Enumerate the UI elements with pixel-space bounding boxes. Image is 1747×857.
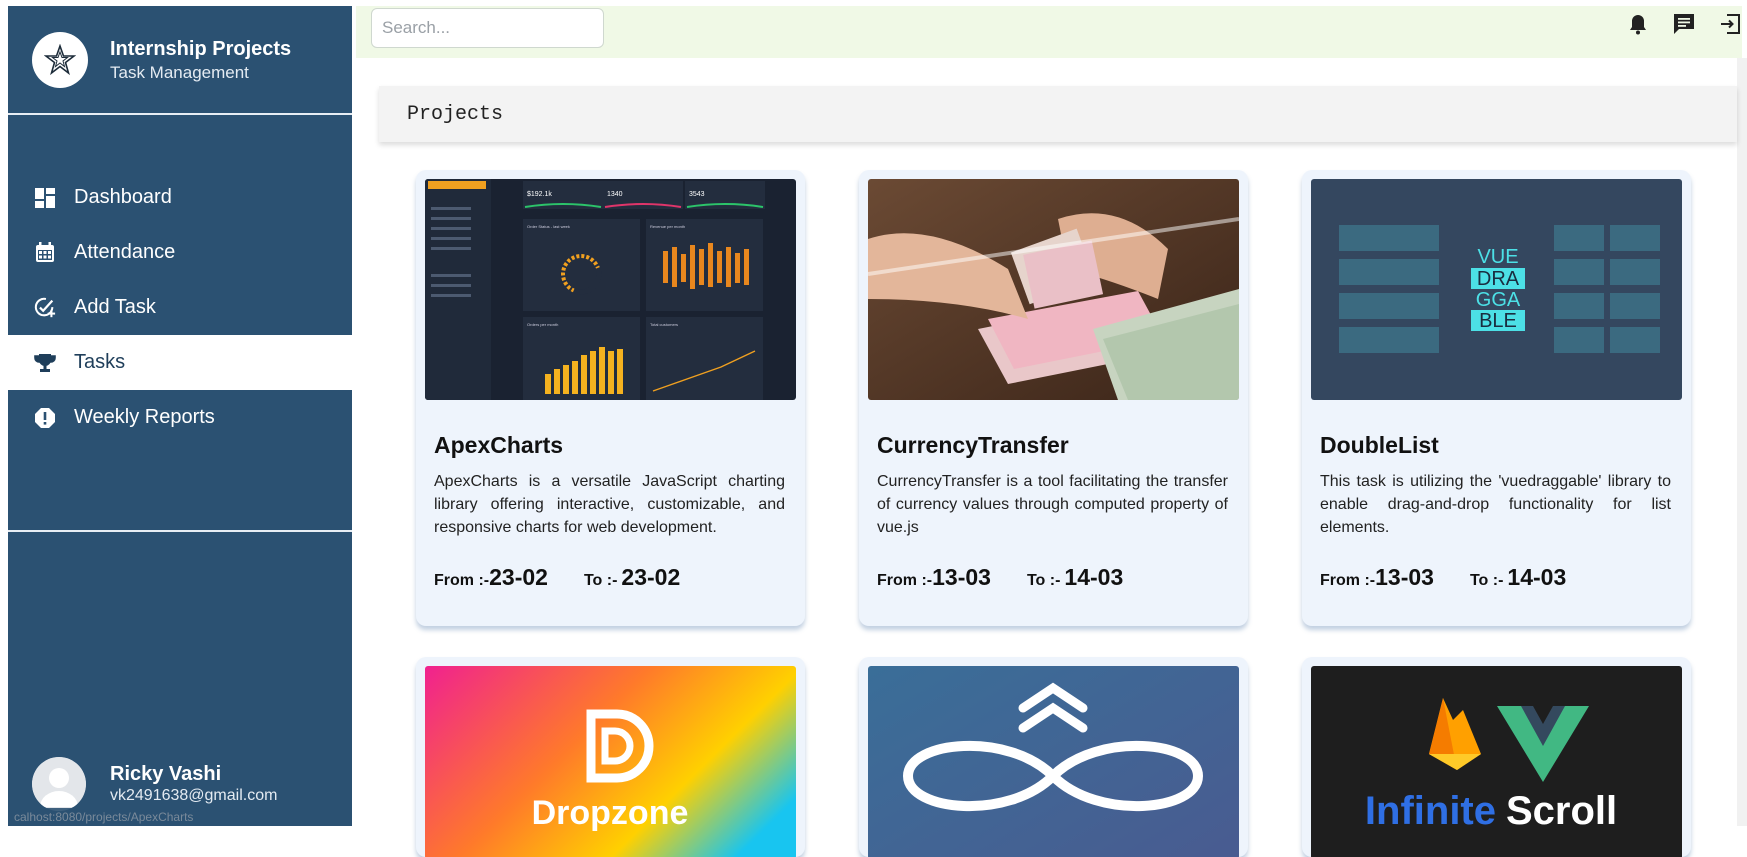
brand: Internship Projects Task Management xyxy=(8,6,352,115)
alert-icon xyxy=(34,407,56,429)
project-description: ApexCharts is a versatile JavaScript cha… xyxy=(434,473,785,536)
from-label: From :- xyxy=(877,572,933,589)
project-card-doublelist[interactable]: VUE DRA GGA BLE DoubleList This task is … xyxy=(1302,170,1691,626)
user-profile[interactable]: Ricky Vashi vk2491638@gmail.com xyxy=(32,757,277,811)
calendar-icon xyxy=(34,241,56,264)
project-card-4[interactable] xyxy=(859,657,1248,857)
project-card-dropzone[interactable]: Dropzone xyxy=(416,657,805,857)
apex-panel-4: Total customers xyxy=(650,322,678,327)
sidebar-item-label: Add Task xyxy=(74,296,156,318)
avatar xyxy=(32,757,86,811)
project-description: CurrencyTransfer is a tool facilitating … xyxy=(877,473,1228,536)
project-description: This task is utilizing the 'vuedraggable… xyxy=(1320,473,1671,536)
scroll-thumbnail xyxy=(868,666,1239,857)
dropzone-thumbnail: Dropzone xyxy=(425,666,796,857)
doublelist-thumbnail: VUE DRA GGA BLE xyxy=(1311,179,1682,400)
sidebar-item-label: Dashboard xyxy=(74,186,172,208)
to-date: 14-03 xyxy=(1064,564,1124,590)
sidebar-nav: Dashboard Attendance Add Task Tasks Week… xyxy=(8,170,352,445)
project-card-infinite-scroll[interactable]: Infinite Scroll xyxy=(1302,657,1691,857)
sidebar: Internship Projects Task Management Dash… xyxy=(8,6,352,826)
sidebar-item-add-task[interactable]: Add Task xyxy=(8,280,352,335)
page-header: Projects xyxy=(379,86,1737,142)
currency-thumbnail xyxy=(868,179,1239,400)
add-task-icon xyxy=(34,297,56,319)
vue-line-4: BLE xyxy=(1479,310,1517,332)
to-label: To :- xyxy=(583,572,618,589)
message-icon[interactable] xyxy=(1672,12,1696,36)
project-dates: From :- 13-03 To :- 14-03 xyxy=(1320,564,1566,591)
status-url: calhost:8080/projects/ApexCharts xyxy=(8,808,200,826)
logout-icon[interactable] xyxy=(1718,12,1742,36)
project-title: ApexCharts xyxy=(434,432,564,458)
sidebar-item-dashboard[interactable]: Dashboard xyxy=(8,170,352,225)
star-logo-icon xyxy=(32,31,88,88)
vue-line-2: DRA xyxy=(1477,268,1520,290)
sidebar-item-weekly-reports[interactable]: Weekly Reports xyxy=(8,390,352,445)
app-subtitle: Task Management xyxy=(110,62,249,82)
project-dates: From :- 13-03 To :- 14-03 xyxy=(877,564,1123,591)
vue-line-3: GGA xyxy=(1476,289,1521,311)
apex-panel-1: Order Status - last week xyxy=(527,224,570,229)
sidebar-item-attendance[interactable]: Attendance xyxy=(8,225,352,280)
vue-line-1: VUE xyxy=(1477,246,1518,268)
topbar xyxy=(356,6,1742,58)
bell-icon[interactable] xyxy=(1626,12,1650,36)
from-date: 13-03 xyxy=(932,564,991,590)
apex-stat-3: 3543 xyxy=(689,191,705,198)
to-date: 23-02 xyxy=(621,564,681,590)
search-input[interactable] xyxy=(371,8,604,48)
trophy-icon xyxy=(34,352,56,374)
apex-stat-2: 1340 xyxy=(607,191,623,198)
app-title: Internship Projects xyxy=(110,37,292,60)
to-date: 14-03 xyxy=(1507,564,1567,590)
sidebar-item-label: Tasks xyxy=(74,351,126,373)
page-title: Projects xyxy=(407,102,504,126)
from-date: 23-02 xyxy=(489,564,548,590)
from-label: From :- xyxy=(1320,572,1376,589)
scrollbar[interactable] xyxy=(1737,58,1747,826)
project-title: CurrencyTransfer xyxy=(877,432,1069,458)
to-label: To :- xyxy=(1469,572,1504,589)
dashboard-icon xyxy=(34,187,56,209)
project-dates: From :- 23-02 To :- 23-02 xyxy=(434,564,680,591)
infinite-text: Infinite xyxy=(1365,789,1496,833)
apex-panel-2: Revenue per month xyxy=(650,224,685,229)
user-name: Ricky Vashi xyxy=(110,763,222,785)
dropzone-text: Dropzone xyxy=(532,794,689,832)
from-date: 13-03 xyxy=(1375,564,1434,590)
sidebar-divider xyxy=(8,530,352,532)
apex-stat-1: $192.1k xyxy=(527,191,552,198)
to-label: To :- xyxy=(1026,572,1061,589)
sidebar-item-label: Attendance xyxy=(74,241,176,263)
sidebar-item-tasks[interactable]: Tasks xyxy=(8,335,352,390)
user-email: vk2491638@gmail.com xyxy=(110,787,278,804)
sidebar-item-label: Weekly Reports xyxy=(74,406,215,428)
scroll-text: Scroll xyxy=(1506,789,1617,833)
apex-panel-3: Orders per month xyxy=(527,322,558,327)
infinite-scroll-thumbnail: Infinite Scroll xyxy=(1311,666,1682,857)
apexcharts-thumbnail: $192.1k 1340 3543 Order Status - last we… xyxy=(425,179,796,400)
project-card-apexcharts[interactable]: $192.1k 1340 3543 Order Status - last we… xyxy=(416,170,805,626)
from-label: From :- xyxy=(434,572,490,589)
project-card-currencytransfer[interactable]: CurrencyTransfer CurrencyTransfer is a t… xyxy=(859,170,1248,626)
project-title: DoubleList xyxy=(1320,432,1439,458)
